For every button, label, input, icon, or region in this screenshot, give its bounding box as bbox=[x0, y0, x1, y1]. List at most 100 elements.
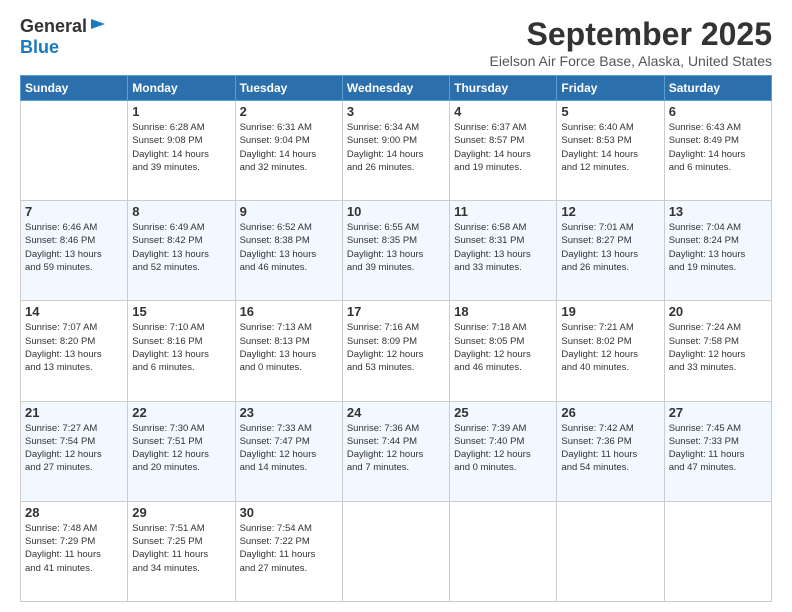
day-header-friday: Friday bbox=[557, 76, 664, 101]
calendar-cell: 10 Sunrise: 6:55 AM Sunset: 8:35 PM Dayli… bbox=[342, 201, 449, 301]
day-number: 12 bbox=[561, 204, 659, 219]
day-number: 24 bbox=[347, 405, 445, 420]
day-number: 8 bbox=[132, 204, 230, 219]
day-header-wednesday: Wednesday bbox=[342, 76, 449, 101]
calendar-cell: 9 Sunrise: 6:52 AM Sunset: 8:38 PM Daylig… bbox=[235, 201, 342, 301]
calendar-cell: 30 Sunrise: 7:54 AM Sunset: 7:22 PM Dayli… bbox=[235, 501, 342, 601]
day-number: 1 bbox=[132, 104, 230, 119]
logo: General Blue bbox=[20, 16, 105, 58]
day-number: 7 bbox=[25, 204, 123, 219]
day-number: 28 bbox=[25, 505, 123, 520]
day-info: Sunrise: 7:54 AM Sunset: 7:22 PM Dayligh… bbox=[240, 522, 338, 575]
day-number: 2 bbox=[240, 104, 338, 119]
day-number: 25 bbox=[454, 405, 552, 420]
day-info: Sunrise: 7:18 AM Sunset: 8:05 PM Dayligh… bbox=[454, 321, 552, 374]
day-info: Sunrise: 6:52 AM Sunset: 8:38 PM Dayligh… bbox=[240, 221, 338, 274]
day-number: 10 bbox=[347, 204, 445, 219]
calendar-cell: 18Sunrise: 7:18 AM Sunset: 8:05 PM Dayli… bbox=[450, 301, 557, 401]
calendar-cell: 22 Sunrise: 7:30 AM Sunset: 7:51 PM Dayli… bbox=[128, 401, 235, 501]
day-number: 13 bbox=[669, 204, 767, 219]
day-header-sunday: Sunday bbox=[21, 76, 128, 101]
calendar-cell: 1Sunrise: 6:28 AM Sunset: 9:08 PM Daylig… bbox=[128, 101, 235, 201]
day-info: Sunrise: 7:24 AM Sunset: 7:58 PM Dayligh… bbox=[669, 321, 767, 374]
calendar-cell: 2Sunrise: 6:31 AM Sunset: 9:04 PM Daylig… bbox=[235, 101, 342, 201]
day-number: 17 bbox=[347, 304, 445, 319]
calendar-cell: 6Sunrise: 6:43 AM Sunset: 8:49 PM Daylig… bbox=[664, 101, 771, 201]
calendar-cell: 5 Sunrise: 6:40 AM Sunset: 8:53 PM Daylig… bbox=[557, 101, 664, 201]
calendar-cell bbox=[342, 501, 449, 601]
day-info: Sunrise: 7:16 AM Sunset: 8:09 PM Dayligh… bbox=[347, 321, 445, 374]
day-info: Sunrise: 6:55 AM Sunset: 8:35 PM Dayligh… bbox=[347, 221, 445, 274]
calendar-cell: 14 Sunrise: 7:07 AM Sunset: 8:20 PM Dayli… bbox=[21, 301, 128, 401]
day-number: 11 bbox=[454, 204, 552, 219]
logo-arrow bbox=[91, 17, 105, 36]
calendar-cell: 27 Sunrise: 7:45 AM Sunset: 7:33 PM Dayli… bbox=[664, 401, 771, 501]
day-info: Sunrise: 6:49 AM Sunset: 8:42 PM Dayligh… bbox=[132, 221, 230, 274]
day-number: 19 bbox=[561, 304, 659, 319]
day-header-saturday: Saturday bbox=[664, 76, 771, 101]
day-number: 3 bbox=[347, 104, 445, 119]
day-info: Sunrise: 7:27 AM Sunset: 7:54 PM Dayligh… bbox=[25, 422, 123, 475]
day-info: Sunrise: 7:13 AM Sunset: 8:13 PM Dayligh… bbox=[240, 321, 338, 374]
day-info: Sunrise: 7:39 AM Sunset: 7:40 PM Dayligh… bbox=[454, 422, 552, 475]
calendar-cell: 16 Sunrise: 7:13 AM Sunset: 8:13 PM Dayli… bbox=[235, 301, 342, 401]
day-info: Sunrise: 7:45 AM Sunset: 7:33 PM Dayligh… bbox=[669, 422, 767, 475]
day-number: 9 bbox=[240, 204, 338, 219]
day-number: 21 bbox=[25, 405, 123, 420]
main-title: September 2025 bbox=[490, 16, 772, 53]
calendar-cell: 17 Sunrise: 7:16 AM Sunset: 8:09 PM Dayli… bbox=[342, 301, 449, 401]
day-info: Sunrise: 6:34 AM Sunset: 9:00 PM Dayligh… bbox=[347, 121, 445, 174]
calendar-cell: 29 Sunrise: 7:51 AM Sunset: 7:25 PM Dayli… bbox=[128, 501, 235, 601]
day-info: Sunrise: 7:51 AM Sunset: 7:25 PM Dayligh… bbox=[132, 522, 230, 575]
day-number: 26 bbox=[561, 405, 659, 420]
day-number: 14 bbox=[25, 304, 123, 319]
day-info: Sunrise: 6:58 AM Sunset: 8:31 PM Dayligh… bbox=[454, 221, 552, 274]
calendar-cell bbox=[21, 101, 128, 201]
day-number: 29 bbox=[132, 505, 230, 520]
calendar-cell: 13Sunrise: 7:04 AM Sunset: 8:24 PM Dayli… bbox=[664, 201, 771, 301]
day-info: Sunrise: 7:21 AM Sunset: 8:02 PM Dayligh… bbox=[561, 321, 659, 374]
calendar-cell: 4 Sunrise: 6:37 AM Sunset: 8:57 PM Daylig… bbox=[450, 101, 557, 201]
day-header-thursday: Thursday bbox=[450, 76, 557, 101]
calendar-cell bbox=[664, 501, 771, 601]
week-row-5: 28Sunrise: 7:48 AM Sunset: 7:29 PM Dayli… bbox=[21, 501, 772, 601]
calendar-cell: 8 Sunrise: 6:49 AM Sunset: 8:42 PM Daylig… bbox=[128, 201, 235, 301]
day-header-tuesday: Tuesday bbox=[235, 76, 342, 101]
day-number: 27 bbox=[669, 405, 767, 420]
header: General Blue September 2025 Eielson Air … bbox=[20, 16, 772, 69]
calendar-cell: 7Sunrise: 6:46 AM Sunset: 8:46 PM Daylig… bbox=[21, 201, 128, 301]
calendar-cell: 11 Sunrise: 6:58 AM Sunset: 8:31 PM Dayli… bbox=[450, 201, 557, 301]
day-info: Sunrise: 7:01 AM Sunset: 8:27 PM Dayligh… bbox=[561, 221, 659, 274]
calendar-cell: 28Sunrise: 7:48 AM Sunset: 7:29 PM Dayli… bbox=[21, 501, 128, 601]
day-number: 15 bbox=[132, 304, 230, 319]
calendar-cell: 3 Sunrise: 6:34 AM Sunset: 9:00 PM Daylig… bbox=[342, 101, 449, 201]
day-info: Sunrise: 6:40 AM Sunset: 8:53 PM Dayligh… bbox=[561, 121, 659, 174]
logo-general: General bbox=[20, 16, 87, 37]
day-info: Sunrise: 6:37 AM Sunset: 8:57 PM Dayligh… bbox=[454, 121, 552, 174]
day-info: Sunrise: 7:30 AM Sunset: 7:51 PM Dayligh… bbox=[132, 422, 230, 475]
day-info: Sunrise: 7:33 AM Sunset: 7:47 PM Dayligh… bbox=[240, 422, 338, 475]
calendar-header-row: SundayMondayTuesdayWednesdayThursdayFrid… bbox=[21, 76, 772, 101]
day-number: 16 bbox=[240, 304, 338, 319]
day-number: 4 bbox=[454, 104, 552, 119]
day-number: 22 bbox=[132, 405, 230, 420]
title-area: September 2025 Eielson Air Force Base, A… bbox=[490, 16, 772, 69]
week-row-3: 14 Sunrise: 7:07 AM Sunset: 8:20 PM Dayli… bbox=[21, 301, 772, 401]
calendar: SundayMondayTuesdayWednesdayThursdayFrid… bbox=[20, 75, 772, 602]
day-number: 30 bbox=[240, 505, 338, 520]
day-info: Sunrise: 7:10 AM Sunset: 8:16 PM Dayligh… bbox=[132, 321, 230, 374]
calendar-cell: 12 Sunrise: 7:01 AM Sunset: 8:27 PM Dayli… bbox=[557, 201, 664, 301]
day-info: Sunrise: 7:07 AM Sunset: 8:20 PM Dayligh… bbox=[25, 321, 123, 374]
day-number: 5 bbox=[561, 104, 659, 119]
subtitle: Eielson Air Force Base, Alaska, United S… bbox=[490, 53, 772, 69]
week-row-2: 7Sunrise: 6:46 AM Sunset: 8:46 PM Daylig… bbox=[21, 201, 772, 301]
day-info: Sunrise: 6:43 AM Sunset: 8:49 PM Dayligh… bbox=[669, 121, 767, 174]
day-info: Sunrise: 7:42 AM Sunset: 7:36 PM Dayligh… bbox=[561, 422, 659, 475]
calendar-cell: 25 Sunrise: 7:39 AM Sunset: 7:40 PM Dayli… bbox=[450, 401, 557, 501]
calendar-cell: 19 Sunrise: 7:21 AM Sunset: 8:02 PM Dayli… bbox=[557, 301, 664, 401]
calendar-cell: 23Sunrise: 7:33 AM Sunset: 7:47 PM Dayli… bbox=[235, 401, 342, 501]
day-info: Sunrise: 7:36 AM Sunset: 7:44 PM Dayligh… bbox=[347, 422, 445, 475]
week-row-1: 1Sunrise: 6:28 AM Sunset: 9:08 PM Daylig… bbox=[21, 101, 772, 201]
calendar-cell bbox=[450, 501, 557, 601]
calendar-cell: 21 Sunrise: 7:27 AM Sunset: 7:54 PM Dayli… bbox=[21, 401, 128, 501]
